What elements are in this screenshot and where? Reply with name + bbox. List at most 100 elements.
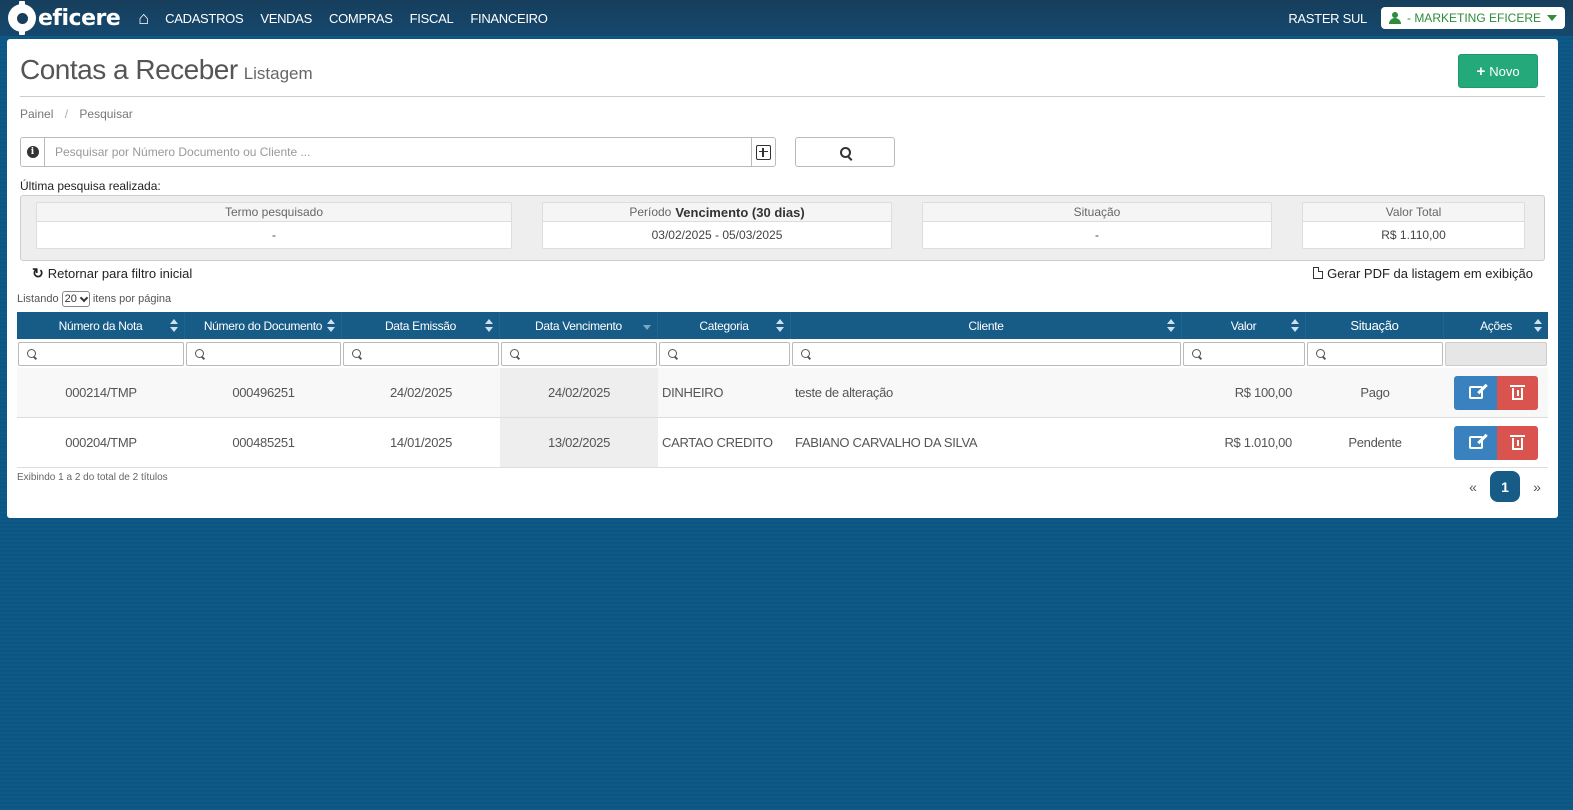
- total-card: Valor Total R$ 1.110,00: [1302, 202, 1525, 249]
- cell-data-emissao: 24/02/2025: [389, 385, 453, 400]
- col-numero-documento[interactable]: Número do Documento: [185, 312, 342, 339]
- filter-data-emissao[interactable]: [343, 341, 499, 366]
- info-icon: i: [26, 146, 39, 158]
- filter-valor[interactable]: [1183, 341, 1305, 366]
- col-label: Ações: [1480, 318, 1512, 333]
- user-menu-button[interactable]: - MARKETING EFICERE: [1380, 7, 1565, 29]
- filter-numero-nota[interactable]: [18, 341, 184, 366]
- term-label: Termo pesquisado: [37, 203, 511, 222]
- trash-icon: [1510, 385, 1525, 400]
- sort-icon[interactable]: [1291, 319, 1299, 332]
- cell-numero-documento: 000485251: [232, 435, 295, 450]
- search-input[interactable]: [45, 138, 751, 166]
- col-cliente[interactable]: Cliente: [791, 312, 1182, 339]
- gear-logo-icon: [8, 1, 36, 35]
- cell-numero-nota: 000204/TMP: [65, 435, 137, 450]
- sort-icon[interactable]: [1167, 319, 1175, 332]
- period-value: 03/02/2025 - 05/03/2025: [651, 228, 783, 242]
- cell-cliente: teste de alteração: [795, 385, 893, 400]
- sort-icon[interactable]: [1534, 319, 1542, 332]
- edit-button[interactable]: [1454, 425, 1497, 460]
- term-value: -: [272, 228, 276, 242]
- search-icon: [668, 349, 677, 358]
- table-header: Número da Nota Número do Documento Data …: [17, 312, 1548, 339]
- new-button[interactable]: + Novo: [1458, 54, 1538, 88]
- col-data-vencimento[interactable]: Data Vencimento: [500, 312, 658, 339]
- cell-categoria: DINHEIRO: [662, 385, 724, 400]
- page-header: Contas a Receber Listagem + Novo: [20, 39, 1545, 97]
- delete-button[interactable]: [1497, 375, 1538, 410]
- menu-cadastros[interactable]: CADASTROS: [165, 11, 244, 26]
- per-page-value: 20: [64, 293, 77, 305]
- row-actions: [1454, 375, 1538, 410]
- breadcrumb-pesquisar: Pesquisar: [79, 107, 133, 121]
- sort-icon[interactable]: [776, 319, 784, 332]
- status-card: Situação -: [922, 202, 1272, 249]
- sort-icon[interactable]: [170, 319, 178, 332]
- total-label: Valor Total: [1303, 203, 1524, 222]
- home-icon[interactable]: ⌂: [138, 8, 149, 29]
- col-categoria[interactable]: Categoria: [658, 312, 791, 339]
- cell-valor: R$ 1.010,00: [1224, 435, 1292, 450]
- next-page-button[interactable]: »: [1530, 479, 1544, 495]
- edit-icon: [1468, 386, 1483, 399]
- col-label: Data Vencimento: [535, 318, 622, 333]
- row-actions: [1454, 425, 1538, 460]
- cell-cliente: FABIANO CARVALHO DA SILVA: [795, 435, 978, 450]
- generate-pdf-link[interactable]: Gerar PDF da listagem em exibição: [1313, 266, 1533, 281]
- col-valor[interactable]: Valor: [1182, 312, 1306, 339]
- table-row: 000204/TMP 000485251 14/01/2025 13/02/20…: [17, 418, 1548, 468]
- col-acoes[interactable]: Ações: [1444, 312, 1548, 339]
- filter-cliente[interactable]: [792, 341, 1181, 366]
- delete-button[interactable]: [1497, 425, 1538, 460]
- menu-compras[interactable]: COMPRAS: [329, 11, 393, 26]
- col-data-emissao[interactable]: Data Emissão: [342, 312, 500, 339]
- user-name: - MARKETING EFICERE: [1406, 11, 1541, 25]
- menu-vendas[interactable]: VENDAS: [260, 11, 312, 26]
- breadcrumb-painel[interactable]: Painel: [20, 107, 53, 121]
- status-value: -: [1095, 228, 1099, 242]
- list-actions: ↻ Retornar para filtro inicial Gerar PDF…: [20, 263, 1545, 283]
- advanced-search-button[interactable]: [751, 138, 775, 166]
- sort-icon[interactable]: [327, 319, 335, 332]
- search-info-addon[interactable]: i: [21, 138, 45, 166]
- col-label: Cliente: [968, 318, 1004, 333]
- filter-situacao[interactable]: [1307, 341, 1443, 366]
- filter-categoria[interactable]: [659, 341, 790, 366]
- search-icon: [195, 349, 204, 358]
- filter-data-vencimento[interactable]: [501, 341, 657, 366]
- brand-logo[interactable]: eficere: [8, 1, 121, 35]
- sort-icon[interactable]: [485, 319, 493, 332]
- main-menu: CADASTROS VENDAS COMPRAS FISCAL FINANCEI…: [165, 11, 548, 26]
- plus-square-icon: [756, 144, 771, 160]
- caret-down-icon: [1547, 15, 1557, 21]
- last-search-label: Última pesquisa realizada:: [20, 179, 161, 193]
- cell-numero-nota: 000214/TMP: [65, 385, 137, 400]
- filter-acoes: [1445, 341, 1547, 366]
- col-label: Categoria: [699, 318, 749, 333]
- last-search-summary: Termo pesquisado - Período Vencimento (3…: [20, 195, 1545, 261]
- menu-financeiro[interactable]: FINANCEIRO: [470, 11, 547, 26]
- col-label: Data Emissão: [384, 318, 457, 333]
- search-row: i: [20, 137, 1545, 167]
- filter-row: [17, 339, 1548, 368]
- search-button[interactable]: [795, 137, 895, 167]
- menu-fiscal[interactable]: FISCAL: [410, 11, 454, 26]
- user-icon: [1388, 12, 1401, 24]
- col-situacao[interactable]: Situação: [1306, 312, 1444, 339]
- cell-data-vencimento: 13/02/2025: [500, 418, 658, 467]
- company-name[interactable]: RASTER SUL: [1288, 11, 1367, 26]
- edit-button[interactable]: [1454, 375, 1497, 410]
- per-page-select[interactable]: 20: [61, 291, 90, 307]
- reset-filter-link[interactable]: ↻ Retornar para filtro inicial: [32, 265, 192, 282]
- col-numero-nota[interactable]: Número da Nota: [17, 312, 185, 339]
- breadcrumb-separator: /: [64, 107, 69, 121]
- cell-numero-documento: 000496251: [232, 385, 295, 400]
- cell-situacao: Pendente: [1348, 435, 1402, 450]
- filter-numero-documento[interactable]: [186, 341, 341, 366]
- page-1-button[interactable]: 1: [1490, 471, 1520, 502]
- sort-desc-icon[interactable]: [643, 319, 651, 332]
- per-page-suffix: itens por página: [92, 293, 172, 305]
- prev-page-button[interactable]: «: [1466, 479, 1480, 495]
- edit-icon: [1468, 436, 1483, 449]
